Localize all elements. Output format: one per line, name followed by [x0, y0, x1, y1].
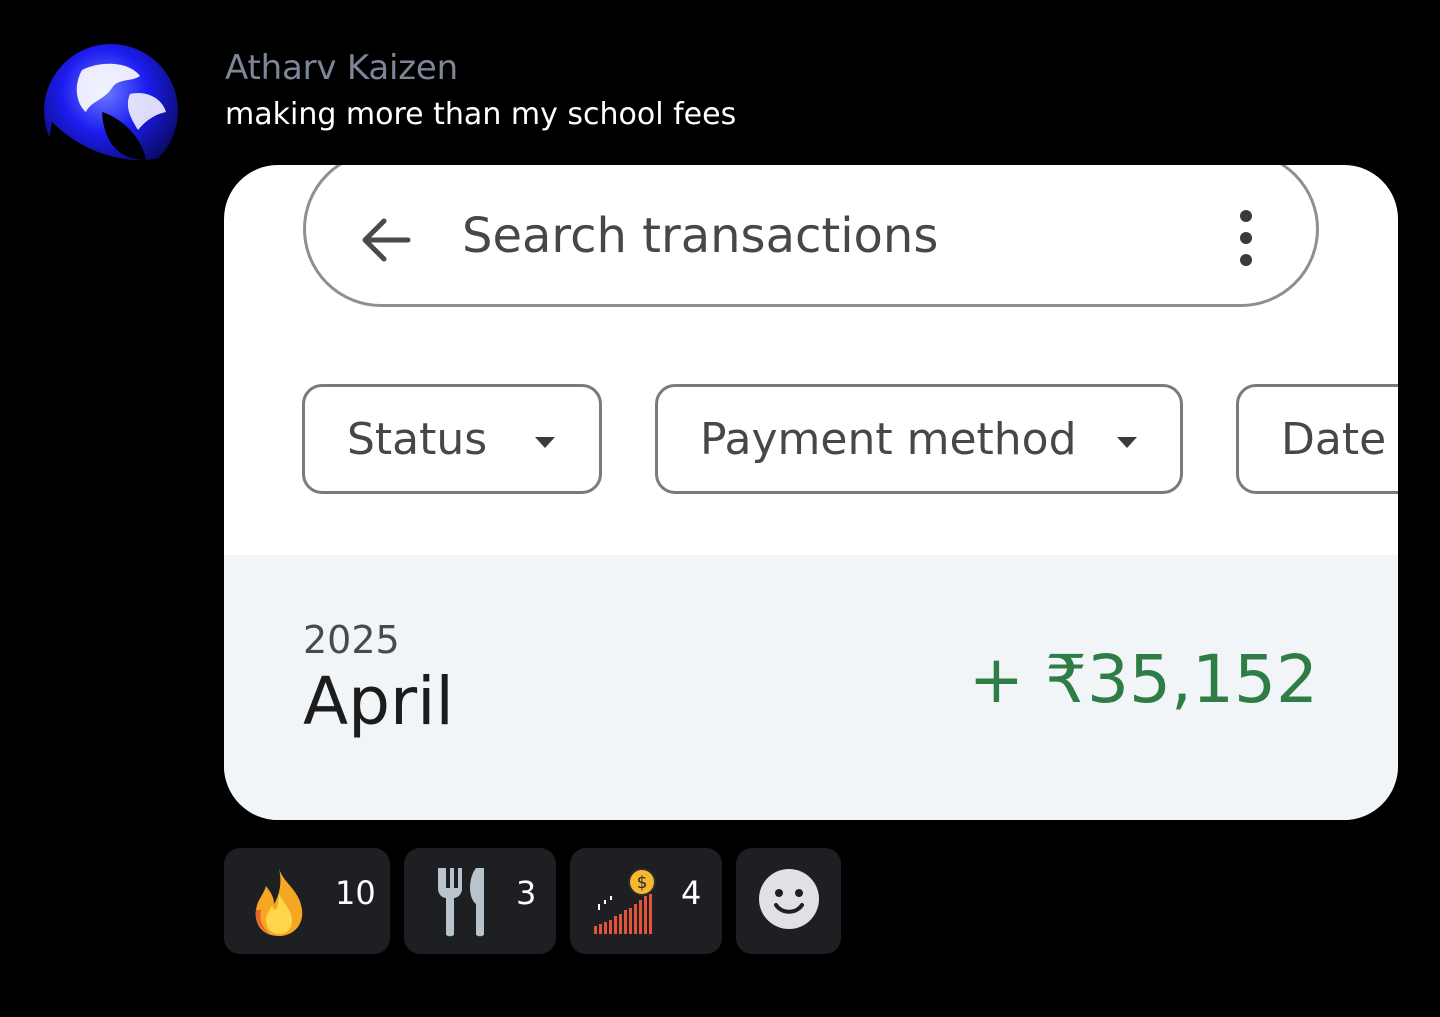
add-reaction-button[interactable]: [736, 848, 841, 954]
year-label: 2025: [303, 618, 400, 662]
svg-text:$: $: [637, 873, 648, 893]
filter-chip-date: Date: [1236, 384, 1398, 494]
filter-chip-label: Date: [1281, 413, 1387, 465]
filter-chip-label: Status: [347, 413, 488, 465]
month-total-amount: + ₹35,152: [968, 641, 1318, 718]
filter-chip-status: Status: [302, 384, 602, 494]
month-summary: 2025 April + ₹35,152: [224, 555, 1398, 820]
search-placeholder: Search transactions: [462, 208, 939, 264]
message-page: Atharv Kaizen making more than my school…: [0, 0, 1440, 1017]
reaction-count: 3: [516, 874, 537, 912]
more-vertical-icon: [1240, 210, 1252, 266]
add-reaction-icon: [759, 869, 819, 929]
image-attachment[interactable]: Search transactions Status Payment metho…: [224, 165, 1398, 820]
fork-and-knife-icon: [438, 868, 484, 937]
user-avatar[interactable]: [42, 42, 180, 180]
reaction-fork-and-knife[interactable]: 3: [404, 848, 556, 954]
avatar-planet-icon: [42, 42, 180, 180]
filter-chip-payment-method: Payment method: [655, 384, 1183, 494]
caret-down-icon: [535, 437, 555, 448]
reaction-count: 4: [681, 874, 702, 912]
message-text: making more than my school fees: [225, 97, 737, 132]
reaction-count: 10: [335, 874, 376, 912]
arrow-left-icon: [362, 218, 411, 262]
caret-down-icon: [1117, 437, 1137, 448]
author-name[interactable]: Atharv Kaizen: [225, 48, 458, 88]
reaction-fire[interactable]: 10: [224, 848, 390, 954]
fire-icon: [255, 868, 303, 936]
filter-chip-label: Payment method: [700, 413, 1077, 465]
search-bar: Search transactions: [303, 165, 1319, 307]
month-label: April: [303, 663, 454, 740]
stonks-chart-coin-icon: $: [594, 868, 656, 934]
reaction-stonks[interactable]: $ 4: [570, 848, 722, 954]
